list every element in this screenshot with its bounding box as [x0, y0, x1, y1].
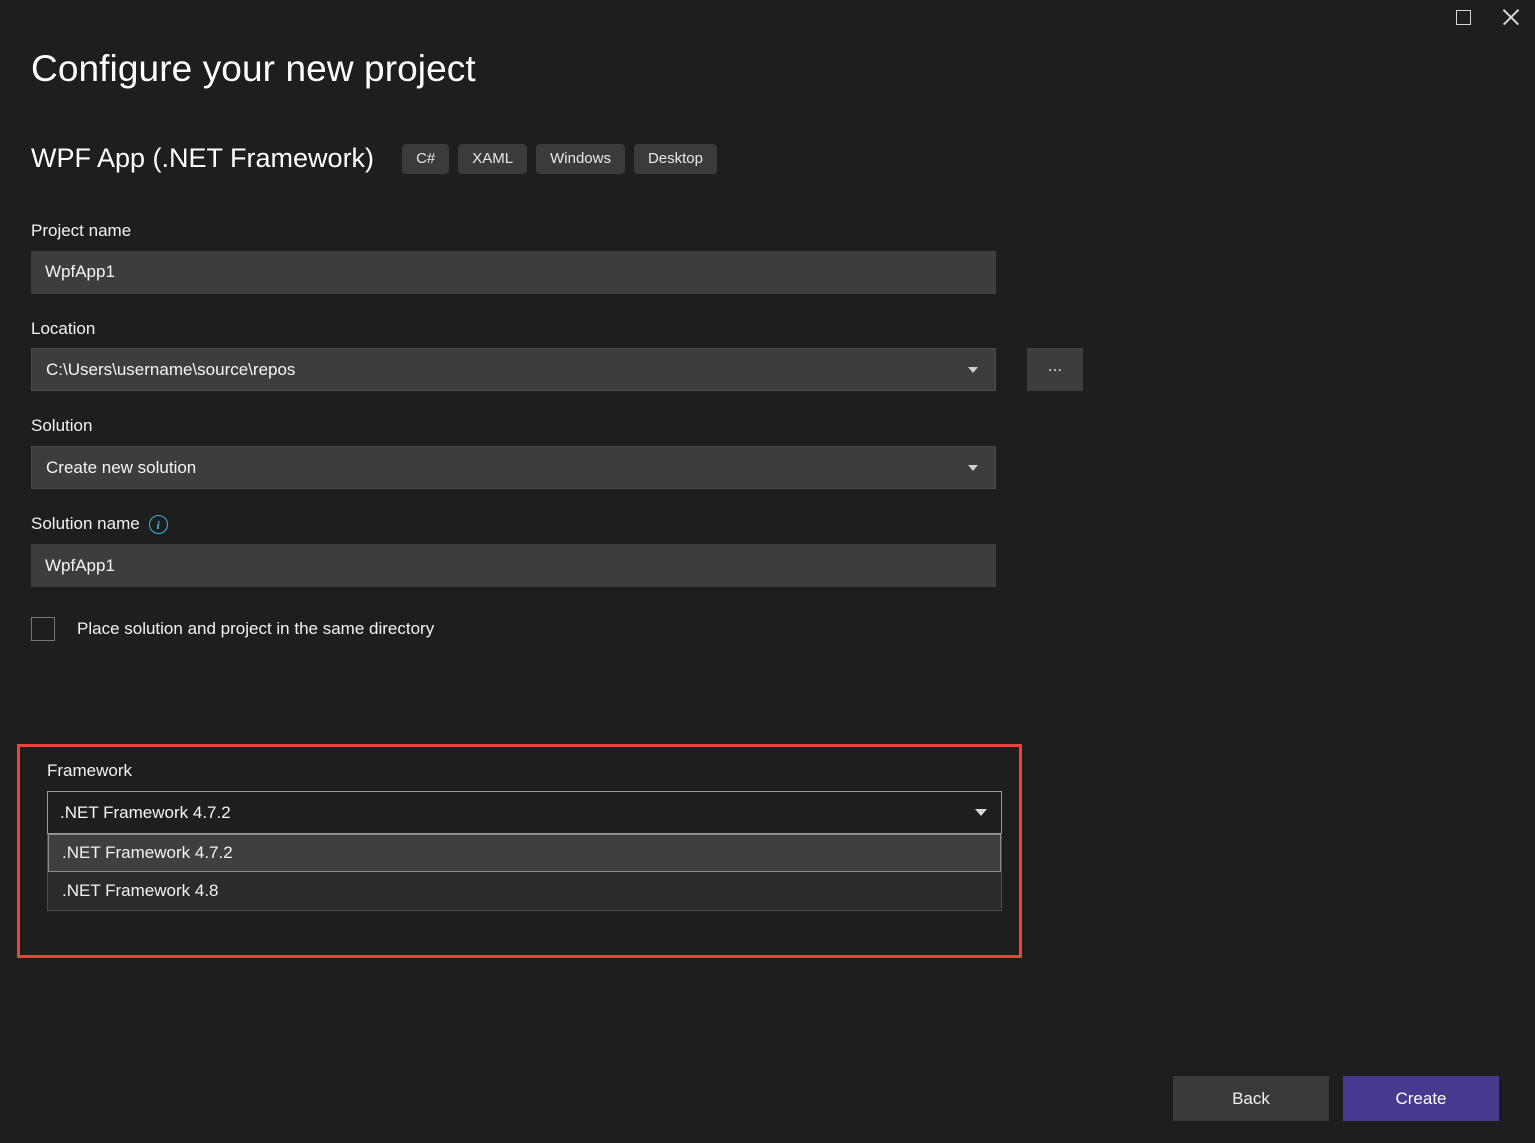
solution-name-label: Solution name i — [31, 515, 1091, 534]
framework-combobox[interactable]: .NET Framework 4.7.2 — [47, 791, 1002, 834]
solution-combobox[interactable]: Create new solution — [31, 446, 996, 489]
solution-name-field: Solution name i WpfApp1 — [31, 515, 1091, 587]
maximize-icon — [1456, 10, 1471, 25]
close-button[interactable] — [1487, 0, 1535, 34]
same-directory-checkbox[interactable] — [31, 617, 55, 641]
same-directory-checkbox-row[interactable]: Place solution and project in the same d… — [31, 617, 1091, 641]
framework-dropdown-list: .NET Framework 4.7.2 .NET Framework 4.8 — [47, 834, 1002, 911]
tag-markup: XAML — [458, 144, 527, 174]
chevron-down-icon — [968, 465, 978, 471]
tag-project-type: Desktop — [634, 144, 717, 174]
create-button[interactable]: Create — [1343, 1076, 1499, 1121]
browse-button[interactable]: ... — [1027, 348, 1083, 391]
back-button[interactable]: Back — [1173, 1076, 1329, 1121]
solution-value: Create new solution — [46, 458, 196, 478]
framework-label: Framework — [47, 761, 1005, 781]
close-icon — [1503, 9, 1520, 26]
window-controls — [1439, 0, 1535, 40]
framework-option-472[interactable]: .NET Framework 4.7.2 — [48, 834, 1001, 872]
dialog-footer: Back Create — [1173, 1076, 1499, 1121]
project-name-field: Project name WpfApp1 — [31, 222, 1091, 294]
project-name-label: Project name — [31, 222, 1091, 241]
location-value: C:\Users\username\source\repos — [46, 360, 295, 380]
location-field: Location C:\Users\username\source\repos … — [31, 320, 1091, 392]
framework-selected-value: .NET Framework 4.7.2 — [60, 803, 231, 823]
maximize-button[interactable] — [1439, 0, 1487, 34]
chevron-down-icon — [975, 809, 987, 816]
location-row: C:\Users\username\source\repos ... — [31, 348, 1091, 391]
location-combobox[interactable]: C:\Users\username\source\repos — [31, 348, 996, 391]
template-header: WPF App (.NET Framework) C# XAML Windows… — [31, 143, 726, 174]
project-config-form: Project name WpfApp1 Location C:\Users\u… — [31, 222, 1091, 641]
location-label: Location — [31, 320, 1091, 339]
solution-field: Solution Create new solution — [31, 417, 1091, 489]
info-icon[interactable]: i — [149, 515, 168, 534]
page-title: Configure your new project — [31, 48, 476, 90]
tag-language: C# — [402, 144, 449, 174]
project-name-input[interactable]: WpfApp1 — [31, 251, 996, 294]
framework-section-highlight: Framework .NET Framework 4.7.2 .NET Fram… — [17, 744, 1022, 958]
tag-platform: Windows — [536, 144, 625, 174]
chevron-down-icon — [968, 367, 978, 373]
same-directory-label: Place solution and project in the same d… — [77, 619, 434, 639]
template-name: WPF App (.NET Framework) — [31, 143, 374, 174]
solution-label: Solution — [31, 417, 1091, 436]
framework-option-48[interactable]: .NET Framework 4.8 — [48, 872, 1001, 910]
solution-name-label-text: Solution name — [31, 515, 140, 534]
solution-name-input[interactable]: WpfApp1 — [31, 544, 996, 587]
